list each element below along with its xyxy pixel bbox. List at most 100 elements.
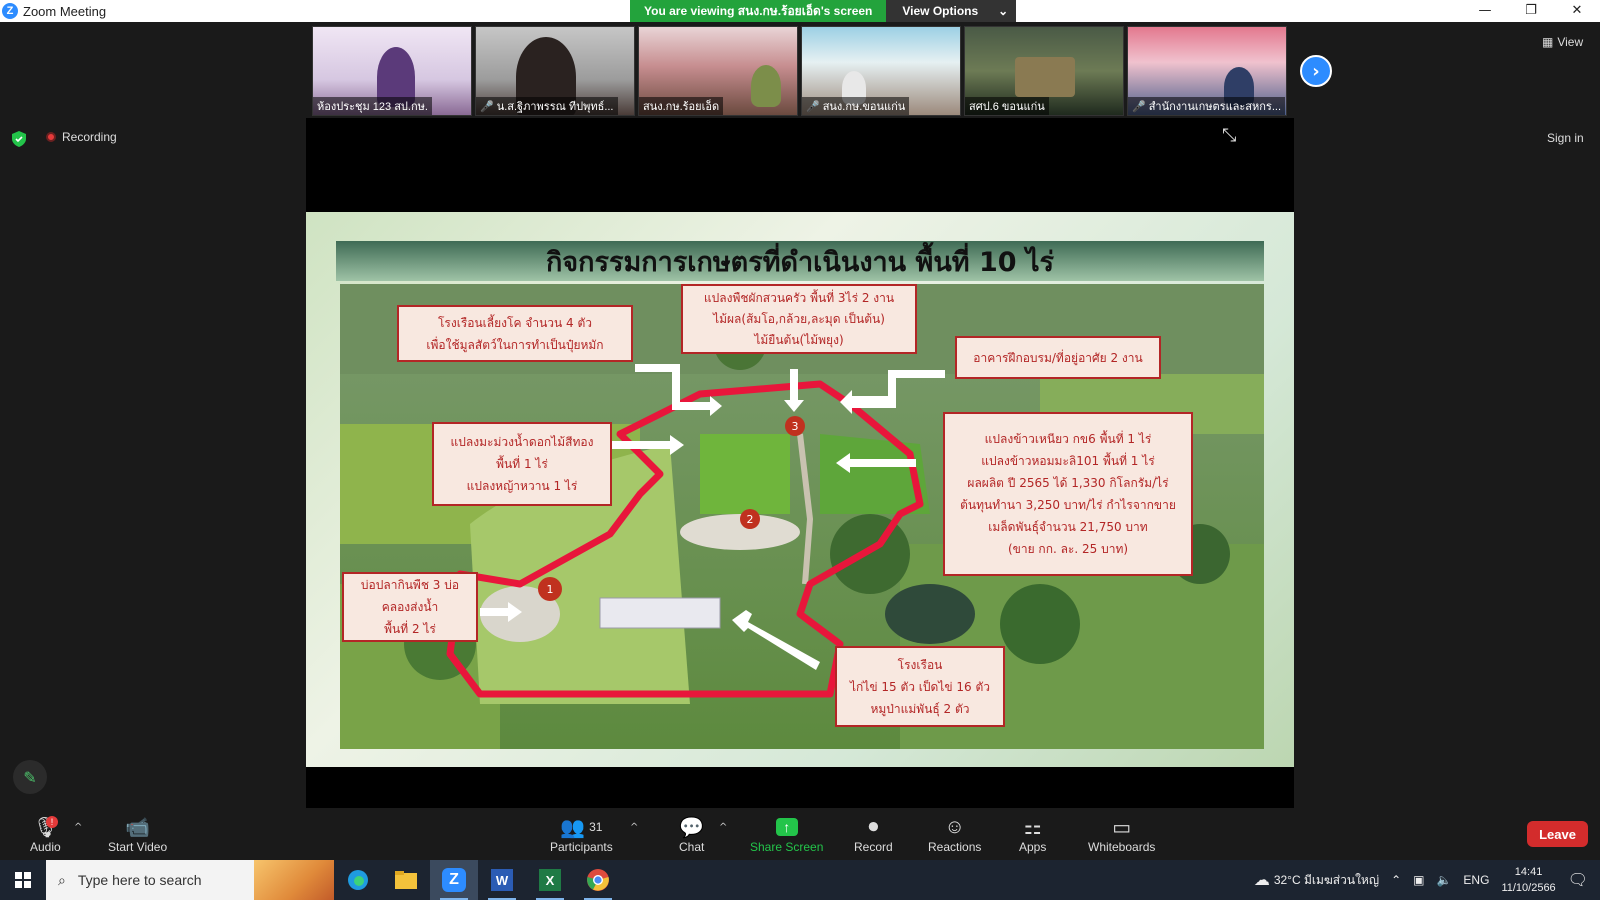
recording-indicator[interactable]: Recording <box>46 130 117 144</box>
edge-app[interactable] <box>334 860 382 900</box>
next-page-button[interactable]: › <box>1300 55 1332 87</box>
marker-1: 1 <box>547 583 554 596</box>
audio-options-caret-icon[interactable]: ^ <box>74 822 82 833</box>
record-button[interactable]: ⏺ Record <box>854 814 893 855</box>
muted-mic-icon: 🎤 <box>1132 100 1146 113</box>
chrome-app[interactable] <box>574 860 622 900</box>
participant-tile[interactable]: 🎤 น.ส.ฐิภาพรรณ ทีปพุทธ์... <box>475 26 635 116</box>
participants-label: Participants <box>550 840 613 854</box>
restore-button[interactable]: ❐ <box>1508 0 1554 22</box>
participant-name: สนง.กษ.ขอนแก่น <box>822 101 906 113</box>
view-options-label: View Options <box>902 4 979 18</box>
chat-button[interactable]: 💬 Chat <box>679 814 704 855</box>
taskbar-search[interactable]: ⌕ Type here to search <box>46 860 334 900</box>
start-video-button[interactable]: 📹 Start Video <box>108 814 168 855</box>
chrome-icon <box>587 869 609 891</box>
share-banner: You are viewing สนง.กษ.ร้อยเอ็ด's screen… <box>630 0 1017 22</box>
label-line: เพื่อใช้มูลสัตว์ในการทำเป็นปุ๋ยหมัก <box>426 337 604 352</box>
zoom-app[interactable]: Z <box>430 860 478 900</box>
show-hidden-icons-icon[interactable]: ⌃ <box>1391 873 1401 887</box>
reactions-button[interactable]: ☺ Reactions <box>928 814 982 855</box>
audio-warning-badge: ! <box>46 816 58 828</box>
muted-mic-icon: 🎤 <box>806 100 820 113</box>
start-button[interactable] <box>0 860 46 900</box>
reactions-label: Reactions <box>928 840 982 854</box>
participant-tile[interactable]: สนง.กษ.ร้อยเอ็ด <box>638 26 798 116</box>
label-fish-pond: บ่อปลากินพืช 3 บ่อ คลองส่งน้ำ พื้นที่ 2 … <box>342 572 478 642</box>
audio-button[interactable]: 🎙! Audio <box>30 814 61 854</box>
apps-button[interactable]: ⚏ Apps <box>1019 814 1047 855</box>
label-line: โรงเรือนเลี้ยงโค จำนวน 4 ตัว <box>437 315 593 330</box>
participant-name-tag: 🎤 สำนักงานเกษตรและสหกร... <box>1128 97 1286 115</box>
participant-tile[interactable]: 🎤 สำนักงานเกษตรและสหกร... <box>1127 26 1287 116</box>
word-app[interactable]: W <box>478 860 526 900</box>
participant-strip: ห้องประชุม 123 สป.กษ. 🎤 น.ส.ฐิภาพรรณ ทีปพ… <box>312 26 1287 116</box>
participant-name: สนง.กษ.ร้อยเอ็ด <box>643 101 720 113</box>
participant-name: ห้องประชุม 123 สป.กษ. <box>317 101 428 113</box>
share-screen-label: Share Screen <box>750 840 824 854</box>
participant-tile[interactable]: สศป.6 ขอนแก่น <box>964 26 1124 116</box>
chat-options-caret-icon[interactable]: ^ <box>719 822 727 833</box>
volume-icon[interactable]: 🔈 <box>1436 873 1451 887</box>
participant-name-tag: 🎤 น.ส.ฐิภาพรรณ ทีปพุทธ์... <box>476 97 618 115</box>
participants-options-caret-icon[interactable]: ^ <box>630 822 638 833</box>
close-button[interactable]: ✕ <box>1554 0 1600 22</box>
encryption-shield-icon[interactable] <box>12 131 26 147</box>
apps-label: Apps <box>1019 840 1047 854</box>
participants-button[interactable]: 👥 31 Participants <box>550 814 613 855</box>
video-off-icon: 📹 <box>125 816 151 839</box>
label-line: โรงเรือน <box>897 657 943 672</box>
marker-3: 3 <box>792 420 799 433</box>
edge-icon <box>348 870 368 890</box>
label-line: พื้นที่ 2 ไร่ <box>384 622 436 636</box>
participant-tile[interactable]: 🎤 สนง.กษ.ขอนแก่น <box>801 26 961 116</box>
label-line: ไม้ผล(ส้มโอ,กล้วย,ละมุด เป็นต้น) <box>713 311 885 326</box>
weather-icon[interactable]: ☁ <box>1254 870 1270 890</box>
microphone-icon: 🎙! <box>32 816 59 839</box>
participants-icon: 👥 31 <box>560 816 603 839</box>
label-line: เมล็ดพันธุ์จำนวน 21,750 บาท <box>988 520 1148 534</box>
window-titlebar: Z Zoom Meeting You are viewing สนง.กษ.ร้… <box>0 0 1600 22</box>
participant-name-tag: สศป.6 ขอนแก่น <box>965 97 1049 115</box>
share-screen-icon: ↑ <box>775 814 798 840</box>
label-henhouse: โรงเรือน ไก่ไข่ 15 ตัว เป็ดไข่ 16 ตัว หม… <box>835 646 1005 727</box>
annotate-pen-icon[interactable]: ✎ <box>13 760 47 794</box>
network-icon[interactable]: ▣ <box>1413 873 1424 887</box>
participant-figure <box>751 65 781 107</box>
view-button[interactable]: ▦ View <box>1542 35 1583 49</box>
view-options-button[interactable]: View Options ⌄ <box>886 0 1017 22</box>
view-button-label: View <box>1557 35 1584 49</box>
label-line: ต้นทุนทำนา 3,250 บาท/ไร่ กำไรจากขาย <box>960 498 1176 512</box>
search-highlight-image <box>254 860 334 900</box>
label-line: ไก่ไข่ 15 ตัว เป็ดไข่ 16 ตัว <box>850 679 990 694</box>
exit-fullscreen-icon[interactable]: ⤡ <box>1222 125 1236 146</box>
audio-label: Audio <box>30 840 61 854</box>
start-video-label: Start Video <box>108 840 168 854</box>
whiteboards-label: Whiteboards <box>1088 840 1156 854</box>
clock[interactable]: 14:41 11/10/2566 <box>1501 864 1555 896</box>
participant-tile[interactable]: ห้องประชุม 123 สป.กษ. <box>312 26 472 116</box>
marker-2: 2 <box>747 513 754 526</box>
label-line: คลองส่งน้ำ <box>381 600 439 614</box>
participant-name: สศป.6 ขอนแก่น <box>969 101 1045 113</box>
word-icon: W <box>491 869 513 891</box>
label-line: อาคารฝึกอบรม/ที่อยู่อาศัย 2 งาน <box>973 350 1143 365</box>
weather-text[interactable]: 32°C มีเมฆส่วนใหญ่ <box>1274 871 1379 890</box>
label-line: พื้นที่ 1 ไร่ <box>496 457 548 471</box>
whiteboards-button[interactable]: ▭ Whiteboards <box>1088 814 1156 855</box>
excel-app[interactable]: X <box>526 860 574 900</box>
participant-name-tag: 🎤 สนง.กษ.ขอนแก่น <box>802 97 910 115</box>
participant-name: น.ส.ฐิภาพรรณ ทีปพุทธ์... <box>496 101 614 113</box>
file-explorer-app[interactable] <box>382 860 430 900</box>
muted-mic-icon: 🎤 <box>480 100 494 113</box>
meeting-toolbar: 🎙! Audio ^ 📹 Start Video 👥 31 Participant… <box>0 808 1600 860</box>
presentation-slide: กิจกรรมการเกษตรที่ดำเนินงาน พื้นที่ 10 ไ… <box>306 212 1294 767</box>
share-screen-button[interactable]: ↑ Share Screen <box>750 814 823 854</box>
input-language[interactable]: ENG <box>1463 873 1489 887</box>
notifications-icon[interactable]: 🗨 <box>1568 870 1588 890</box>
leave-button[interactable]: Leave <box>1527 821 1588 847</box>
sign-in-link[interactable]: Sign in <box>1547 131 1584 145</box>
label-line: แปลงข้าวหอมมะลิ101 พื้นที่ 1 ไร่ <box>981 454 1155 468</box>
minimize-button[interactable]: — <box>1462 0 1508 22</box>
slide-title: กิจกรรมการเกษตรที่ดำเนินงาน พื้นที่ 10 ไ… <box>336 241 1264 281</box>
